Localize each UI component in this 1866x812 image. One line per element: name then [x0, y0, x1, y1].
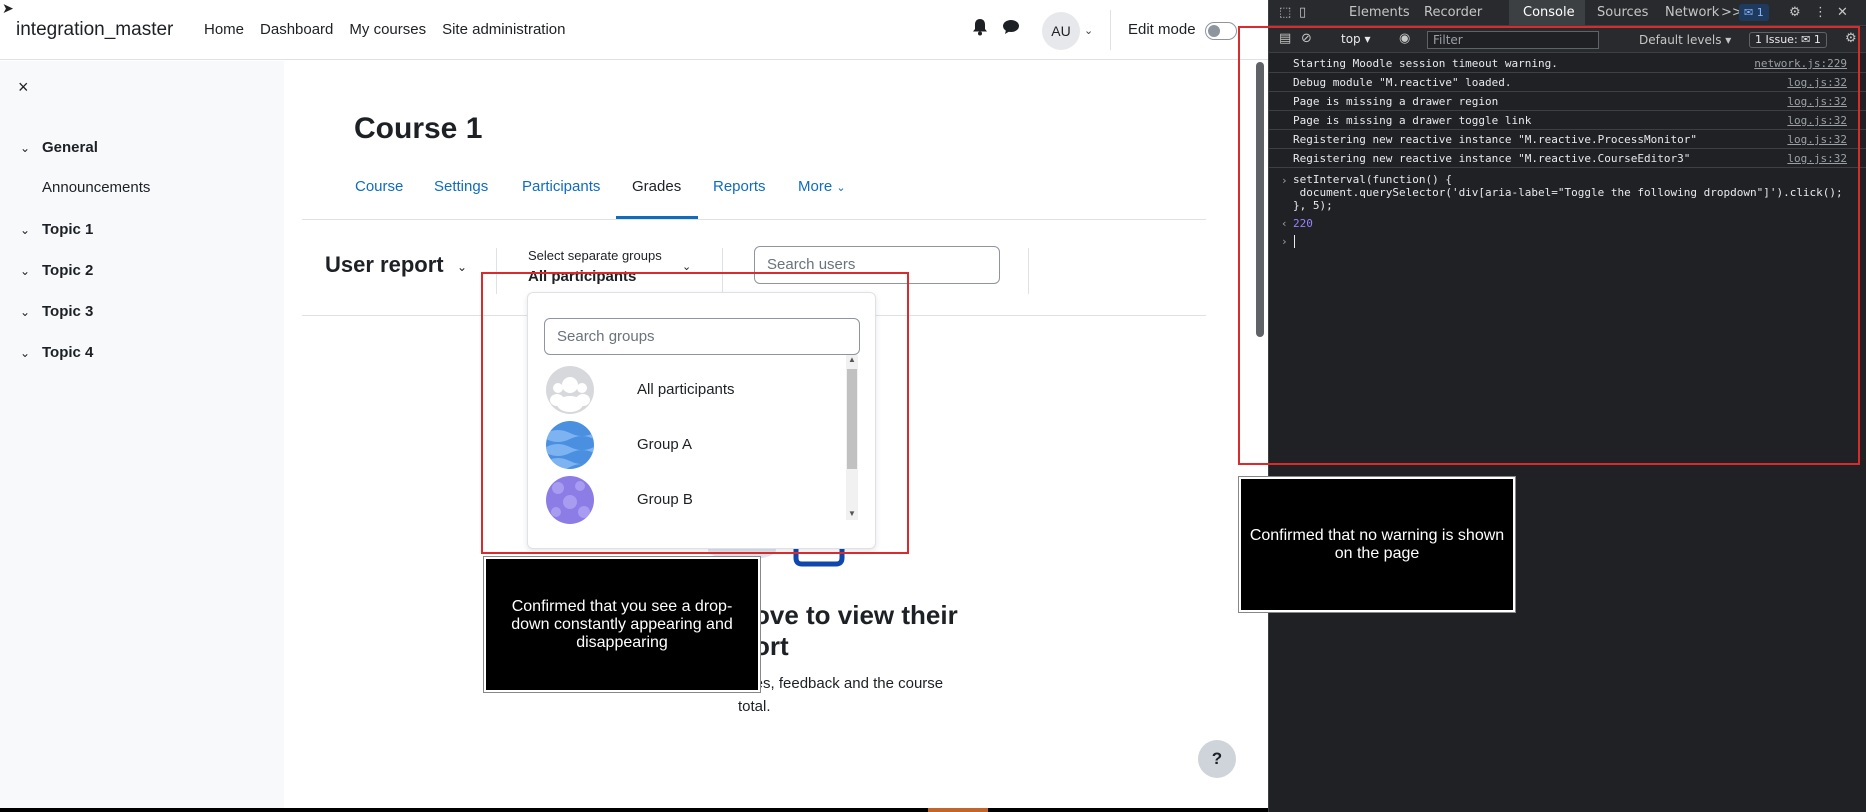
- group-select-label: Select separate groups: [528, 248, 662, 263]
- inspect-element-icon[interactable]: ⬚: [1279, 5, 1291, 20]
- tab-reports[interactable]: Reports: [713, 178, 766, 195]
- chevron-down-icon[interactable]: ⌄: [20, 223, 42, 237]
- tab-elements[interactable]: Elements: [1349, 5, 1410, 20]
- taskbar-strip: [0, 808, 1268, 812]
- chevron-down-icon[interactable]: ⌄: [457, 260, 467, 274]
- course-secondary-nav: Course Settings Participants Grades Repo…: [302, 160, 1206, 220]
- device-toolbar-icon[interactable]: ▯: [1299, 5, 1306, 20]
- mouse-cursor-icon: ➤: [2, 0, 14, 16]
- nav-dashboard[interactable]: Dashboard: [260, 21, 333, 38]
- drawer-section-general[interactable]: ⌄ General: [20, 139, 98, 156]
- highlight-box-dropdown: [481, 272, 909, 554]
- empty-state-title: ove to view their ort: [754, 600, 958, 661]
- drawer-section-topic-4[interactable]: ⌄ Topic 4: [20, 344, 93, 361]
- drawer-section-topic-3[interactable]: ⌄ Topic 3: [20, 303, 93, 320]
- nav-home[interactable]: Home: [204, 21, 244, 38]
- top-navbar: integration_master Home Dashboard My cou…: [0, 0, 1268, 60]
- chevron-down-icon[interactable]: ⌄: [20, 305, 42, 319]
- course-index-drawer: × ⌄ General Announcements ⌄ Topic 1 ⌄ Topic…: [0, 61, 284, 812]
- tab-console[interactable]: Console: [1523, 5, 1575, 20]
- tab-more[interactable]: More ⌄: [798, 178, 846, 195]
- drawer-section-topic-1[interactable]: ⌄ Topic 1: [20, 221, 93, 238]
- annotation-note-warning: Confirmed that no warning is shown on th…: [1239, 477, 1515, 612]
- chevron-down-icon: ⌄: [836, 182, 846, 194]
- tab-recorder[interactable]: Recorder: [1424, 5, 1482, 20]
- tab-course[interactable]: Course: [355, 178, 403, 195]
- drawer-section-topic-2[interactable]: ⌄ Topic 2: [20, 262, 93, 279]
- edit-mode-label: Edit mode: [1128, 21, 1196, 38]
- tab-settings[interactable]: Settings: [434, 178, 488, 195]
- devtools-tab-bar: ⬚ ▯ Elements Recorder Console Sources Ne…: [1269, 0, 1866, 26]
- chat-icon[interactable]: [1002, 19, 1020, 35]
- issues-badge[interactable]: ✉ 1: [1739, 4, 1769, 21]
- drawer-item-announcements[interactable]: Announcements: [42, 179, 150, 196]
- user-avatar[interactable]: AU: [1042, 12, 1080, 50]
- bell-icon[interactable]: [972, 18, 988, 36]
- nav-site-administration[interactable]: Site administration: [442, 21, 565, 38]
- gear-icon[interactable]: ⚙: [1789, 5, 1801, 20]
- edit-mode-toggle[interactable]: [1205, 22, 1237, 40]
- nav-my-courses[interactable]: My courses: [349, 21, 426, 38]
- chevron-down-icon[interactable]: ⌄: [1084, 24, 1093, 37]
- close-icon[interactable]: ✕: [1837, 5, 1848, 20]
- tab-network[interactable]: Network: [1665, 5, 1719, 20]
- more-options-icon[interactable]: ⋮: [1814, 5, 1827, 20]
- report-selector[interactable]: User report: [325, 252, 444, 278]
- annotation-note-dropdown: Confirmed that you see a drop-down const…: [484, 557, 760, 692]
- tab-sources[interactable]: Sources: [1597, 5, 1648, 20]
- close-icon[interactable]: ×: [18, 77, 29, 98]
- site-brand[interactable]: integration_master: [16, 19, 173, 41]
- screenshot-root: integration_master Home Dashboard My cou…: [0, 0, 1866, 812]
- highlight-box-console: [1238, 26, 1860, 465]
- active-tab-indicator: [616, 216, 698, 219]
- primary-nav: Home Dashboard My courses Site administr…: [204, 21, 582, 38]
- page-title: Course 1: [354, 112, 483, 145]
- chevron-down-icon[interactable]: ⌄: [20, 141, 42, 155]
- toolbar-divider: [1028, 248, 1029, 294]
- chevron-down-icon[interactable]: ⌄: [20, 264, 42, 278]
- tab-participants[interactable]: Participants: [522, 178, 600, 195]
- nav-divider: [1110, 10, 1111, 50]
- tab-grades[interactable]: Grades: [632, 178, 681, 195]
- help-button[interactable]: ?: [1198, 740, 1236, 778]
- chevron-down-icon[interactable]: ⌄: [20, 346, 42, 360]
- nav-icons: [972, 18, 1020, 36]
- empty-state-description: ades, feedback and the course total.: [738, 675, 944, 715]
